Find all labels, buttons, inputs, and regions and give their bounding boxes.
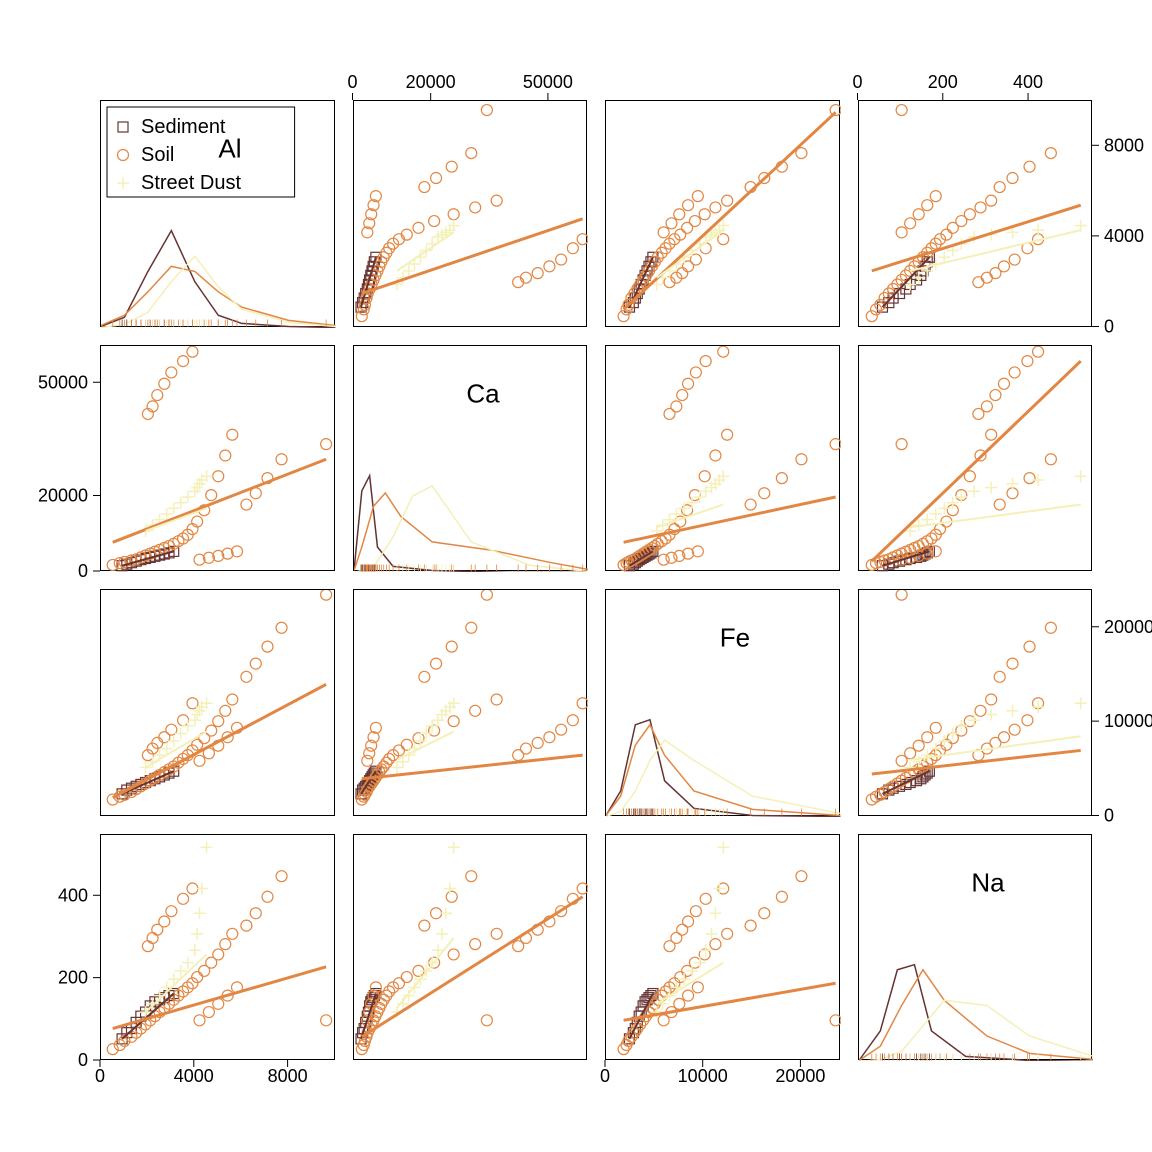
legend-item-street-dust: Street Dust [141, 172, 241, 194]
svg-text:4000: 4000 [1104, 226, 1144, 246]
panel-al-ca [353, 100, 588, 327]
svg-text:8000: 8000 [268, 1066, 308, 1086]
panel-al-fe [605, 100, 840, 327]
svg-text:0: 0 [1104, 317, 1114, 337]
svg-text:0: 0 [1104, 806, 1114, 826]
panel-na-fe [605, 834, 840, 1061]
panel-ca-fe [605, 345, 840, 572]
svg-text:200: 200 [58, 968, 88, 988]
svg-text:20000: 20000 [775, 1066, 825, 1086]
panel-fe-al [100, 589, 335, 816]
panel-na-ca [353, 834, 588, 1061]
panel-fe-na [858, 589, 1093, 816]
svg-text:0: 0 [95, 1066, 105, 1086]
svg-text:0: 0 [347, 72, 357, 92]
panel-ca-ca: Ca [353, 345, 588, 572]
svg-text:200: 200 [928, 72, 958, 92]
var-label-fe: Fe [720, 623, 750, 653]
svg-text:50000: 50000 [523, 72, 573, 92]
legend-item-sediment: Sediment [141, 116, 226, 138]
panel-fe-fe: Fe [605, 589, 840, 816]
svg-text:20000: 20000 [406, 72, 456, 92]
panel-ca-na [858, 345, 1093, 572]
svg-text:8000: 8000 [1104, 135, 1144, 155]
svg-text:0: 0 [78, 561, 88, 581]
panel-ca-al [100, 345, 335, 572]
panel-al-na [858, 100, 1093, 327]
svg-text:400: 400 [1013, 72, 1043, 92]
var-label-na: Na [971, 867, 1005, 897]
panel-na-al [100, 834, 335, 1061]
panel-al-al: AlSediment Soil Street Dust [100, 100, 335, 327]
var-label-ca: Ca [466, 378, 500, 408]
svg-text:400: 400 [58, 885, 88, 905]
legend-item-soil: Soil [141, 144, 174, 166]
svg-text:20000: 20000 [38, 486, 88, 506]
svg-text:20000: 20000 [1104, 617, 1152, 637]
svg-text:10000: 10000 [1104, 711, 1152, 731]
svg-text:50000: 50000 [38, 372, 88, 392]
svg-text:0: 0 [600, 1066, 610, 1086]
svg-text:4000: 4000 [174, 1066, 214, 1086]
svg-text:0: 0 [78, 1050, 88, 1070]
panel-na-na: Na [858, 834, 1093, 1061]
panel-fe-ca [353, 589, 588, 816]
svg-text:0: 0 [852, 72, 862, 92]
svg-text:10000: 10000 [678, 1066, 728, 1086]
var-label-al: Al [218, 134, 241, 164]
